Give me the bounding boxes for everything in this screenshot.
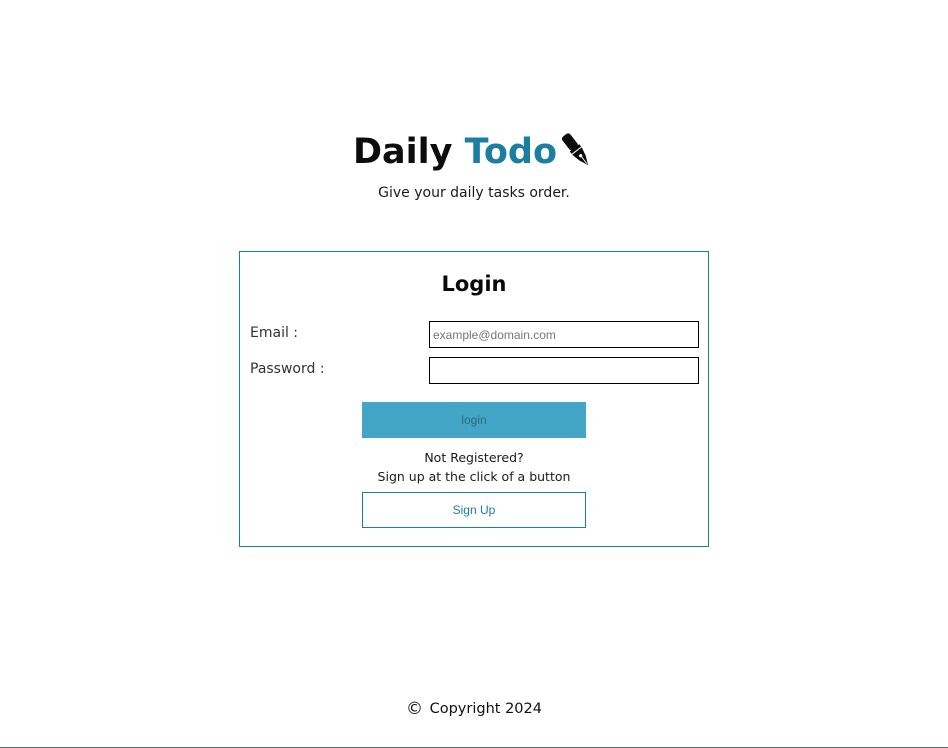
copyright-text: Copyright 2024 [429, 701, 542, 717]
login-page: Daily Todo Give your daily tasks order. … [0, 0, 948, 748]
signup-hint-text: Sign up at the click of a button [377, 469, 571, 484]
fountain-pen-icon [559, 133, 595, 182]
password-label: Password : [250, 361, 325, 377]
register-note: Not Registered? Sign up at the click of … [240, 448, 708, 486]
signup-button[interactable]: Sign Up [362, 492, 586, 528]
footer: © Copyright 2024 [0, 699, 948, 719]
email-input[interactable] [429, 321, 699, 348]
email-label: Email : [250, 325, 299, 341]
app-title: Daily Todo [353, 128, 595, 182]
app-tagline: Give your daily tasks order. [378, 185, 570, 201]
login-heading: Login [441, 272, 507, 296]
copyright-icon: © [406, 699, 423, 719]
password-input[interactable] [429, 357, 699, 384]
login-form: Login Email : Password : login Not Regis… [239, 251, 709, 547]
login-button[interactable]: login [362, 402, 586, 438]
app-title-todo: Todo [464, 132, 558, 172]
app-title-daily: Daily [352, 132, 465, 172]
not-registered-text: Not Registered? [424, 450, 524, 465]
brand-header: Daily Todo [0, 128, 948, 182]
